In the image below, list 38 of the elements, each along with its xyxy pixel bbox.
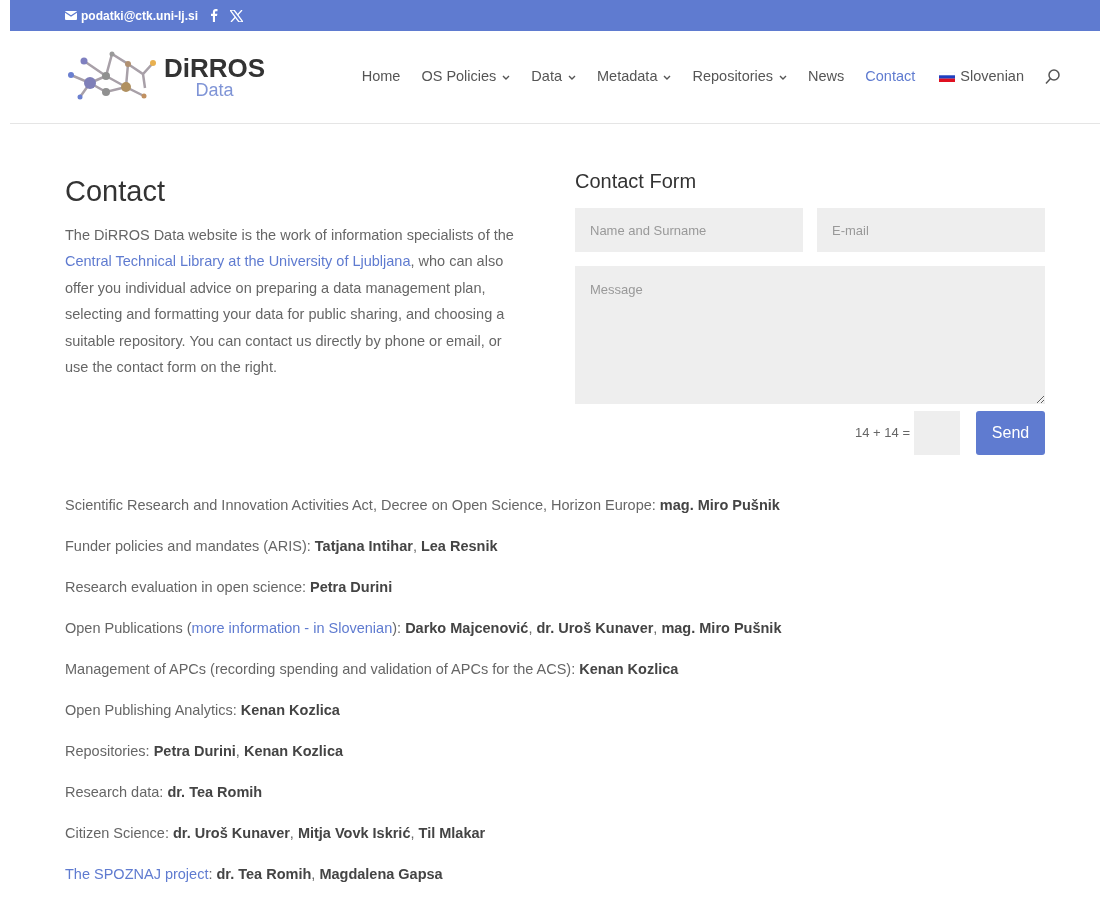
contact-line: Management of APCs (recording spending and validation of APCs for the ACS): Kenan Kozlica xyxy=(65,660,680,679)
language-link[interactable]: Slovenian xyxy=(939,66,1024,88)
nav-link[interactable]: Repositories xyxy=(692,66,788,88)
captcha-question: 14 + 14 = xyxy=(855,424,910,443)
logo-subtitle: Data xyxy=(195,81,234,99)
name-field[interactable]: Name and Surname xyxy=(575,208,803,252)
logo[interactable]: DiRROS Data xyxy=(68,50,266,104)
contact-line: The SPOZNAJ project: dr. Tea Romih, Magdalena Gapsa xyxy=(65,865,444,884)
contact-line: Research data: dr. Tea Romih xyxy=(65,783,264,802)
flag-icon xyxy=(939,72,956,82)
nav-link[interactable]: News xyxy=(808,66,845,88)
message-field[interactable]: Message xyxy=(575,266,1045,404)
link[interactable]: Central Technical Library at the University of Ljubljana xyxy=(65,253,411,270)
contact-line: Scientific Research and Innovation Activities Act, Decree on Open Science, Horizon Europe: mag. Miro Pušnik xyxy=(65,496,781,515)
facebook-icon[interactable] xyxy=(210,9,219,22)
search-icon[interactable] xyxy=(1045,69,1060,85)
contact-line: Repositories: Petra Durini, Kenan Kozlica xyxy=(65,742,344,761)
link[interactable]: more information - in Slovenian xyxy=(191,620,393,636)
contact-line: Research evaluation in open science: Petra Durini xyxy=(65,578,394,597)
logo-title: DiRROS xyxy=(164,55,266,81)
nav-link[interactable]: Metadata xyxy=(597,66,672,88)
contact-line: Citizen Science: dr. Uroš Kunaver, Mitja Vovk Iskrić, Til Mlakar xyxy=(65,824,487,843)
nav-link[interactable]: Data xyxy=(531,66,576,88)
nav-link[interactable]: Home xyxy=(361,66,401,88)
nav-link[interactable]: OS Policies xyxy=(421,66,511,88)
contact-line: Funder policies and mandates (ARIS): Tatjana Intihar, Lea Resnik xyxy=(65,537,499,556)
page-heading: Contact xyxy=(65,174,166,209)
nav-link[interactable]: Contact xyxy=(865,66,916,88)
link[interactable]: The SPOZNAJ project xyxy=(65,866,209,882)
contact-line: Open Publishing Analytics: Kenan Kozlica xyxy=(65,701,341,720)
x-icon[interactable] xyxy=(230,9,244,22)
intro-paragraph: The DiRROS Data website is the work of information specialists of the Central Technical Library at the University of Ljubljana, who can also offer you individual advice on preparing a data management plan, selecting and formatting your data for public sharing, and choosing a suitable repository. You can contact us directly by phone or email, or use the contact form on the right. xyxy=(65,225,515,378)
form-title: Contact Form xyxy=(575,169,698,194)
contact-line: Open Publications (more information - in Slovenian): Darko Majcenović, dr. Uroš Kunaver, mag. Miro Pušnik xyxy=(65,619,783,638)
email-field[interactable]: E-mail xyxy=(817,208,1045,252)
send-button[interactable]: Send xyxy=(976,411,1045,455)
email-link[interactable]: podatki@ctk.uni-lj.si xyxy=(65,6,199,25)
mail-icon xyxy=(65,11,77,20)
